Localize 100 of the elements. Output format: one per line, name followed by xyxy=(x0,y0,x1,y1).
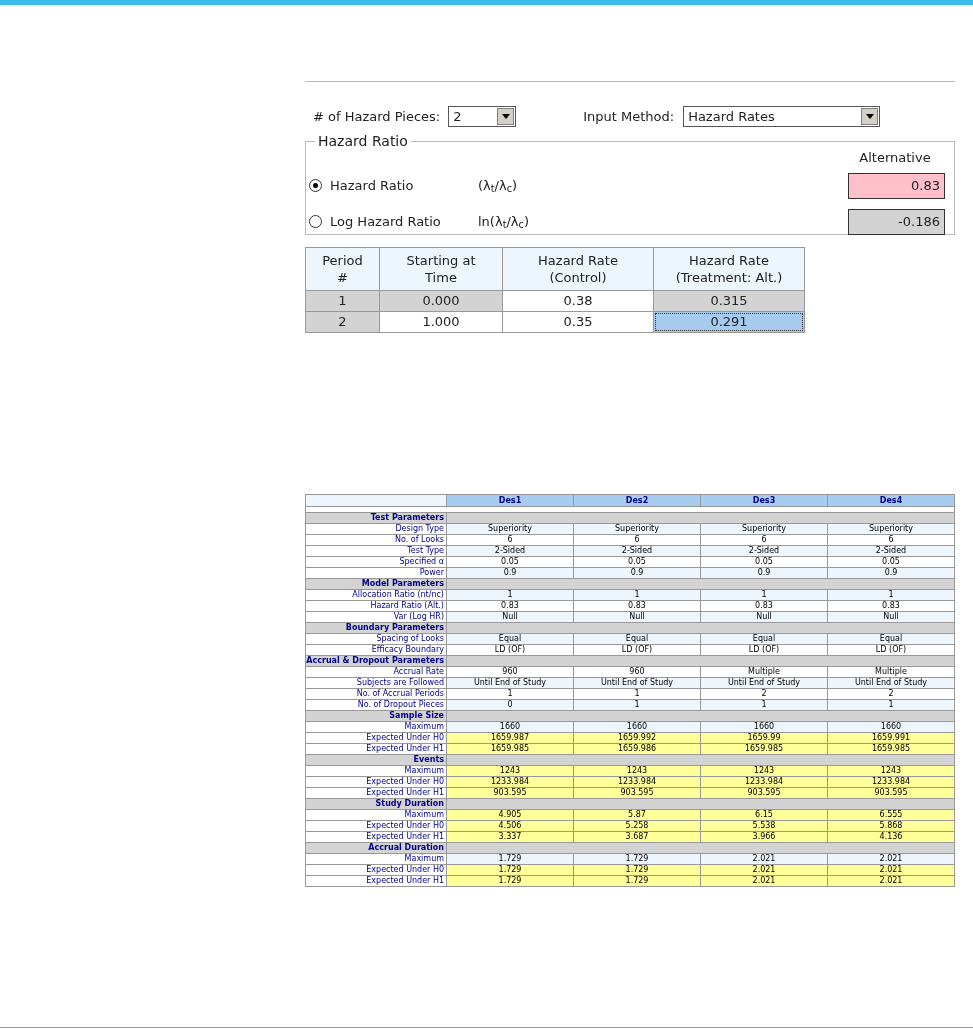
table-cell: 5.87 xyxy=(574,810,700,820)
table-cell: 3.687 xyxy=(574,832,700,842)
table-cell: 2.021 xyxy=(828,854,954,864)
table-cell: 960 xyxy=(447,667,573,677)
table-cell: 0.05 xyxy=(828,557,954,567)
table-cell: 1.729 xyxy=(447,865,573,875)
table-cell: 2 xyxy=(306,312,379,332)
table-cell: 1.729 xyxy=(574,865,700,875)
section-heading: Events xyxy=(306,755,446,765)
table-cell: 0.83 xyxy=(828,601,954,611)
column-header: Des1 xyxy=(447,495,573,506)
table-cell: 1.729 xyxy=(447,854,573,864)
row-label: No. of Accrual Periods xyxy=(306,689,446,699)
table-cell[interactable]: 1.000 xyxy=(380,312,502,332)
table-cell: 6 xyxy=(447,535,573,545)
table-cell: 1233.984 xyxy=(447,777,573,787)
section-heading: Test Parameters xyxy=(306,513,446,523)
table-cell: 4.136 xyxy=(828,832,954,842)
section-heading: Boundary Parameters xyxy=(306,623,446,633)
row-label: Accrual Rate xyxy=(306,667,446,677)
table-cell: 1243 xyxy=(574,766,700,776)
section-heading: Study Duration xyxy=(306,799,446,809)
table-cell: 6 xyxy=(701,535,827,545)
table-cell: 2-Sided xyxy=(574,546,700,556)
table-cell: 1659.99 xyxy=(701,733,827,743)
table-cell: Superiority xyxy=(701,524,827,534)
table-cell: 5.538 xyxy=(701,821,827,831)
row-label: Power xyxy=(306,568,446,578)
formula: ln(λ$_{t}$/λ$_{c}$) xyxy=(478,212,529,232)
row-label: Expected Under H0 xyxy=(306,865,446,875)
pieces-dropdown[interactable]: 2 xyxy=(448,106,517,127)
option-label[interactable]: Log Hazard Ratio xyxy=(330,211,478,232)
table-cell: 1 xyxy=(574,590,700,600)
pieces-label: # of Hazard Pieces: xyxy=(313,107,441,126)
section-heading: Accrual Duration xyxy=(306,843,446,853)
table-cell: 1.729 xyxy=(574,876,700,886)
row-label: Expected Under H0 xyxy=(306,777,446,787)
row-label: Design Type xyxy=(306,524,446,534)
table-cell: LD (OF) xyxy=(701,645,827,655)
table-cell[interactable]: 0.35 xyxy=(503,312,653,332)
option-label[interactable]: Hazard Ratio xyxy=(330,175,478,196)
table-cell: 2-Sided xyxy=(701,546,827,556)
row-label: Test Type xyxy=(306,546,446,556)
table-cell: 3.966 xyxy=(701,832,827,842)
table-cell: Until End of Study xyxy=(701,678,827,688)
table-cell: Equal xyxy=(447,634,573,644)
table-cell: 1659.985 xyxy=(447,744,573,754)
method-dropdown[interactable]: Hazard Rates xyxy=(683,106,881,127)
formula: (λ$_{t}$/λ$_{c}$) xyxy=(478,176,518,196)
table-cell: 1659.991 xyxy=(828,733,954,743)
row-label: Expected Under H1 xyxy=(306,832,446,842)
radio-button[interactable] xyxy=(309,179,322,192)
column-header: Hazard Rate (Treatment: Alt.) xyxy=(654,248,804,290)
table-cell: Until End of Study xyxy=(828,678,954,688)
column-header: Starting at Time xyxy=(380,248,502,290)
row-label: Maximum xyxy=(306,766,446,776)
table-cell: LD (OF) xyxy=(447,645,573,655)
table-cell: Superiority xyxy=(447,524,573,534)
table-cell: 0.9 xyxy=(701,568,827,578)
table-cell: 2.021 xyxy=(701,876,827,886)
table-cell: 1660 xyxy=(447,722,573,732)
table-cell: 903.595 xyxy=(447,788,573,798)
table-cell[interactable]: 0.38 xyxy=(503,291,653,311)
table-cell: 2-Sided xyxy=(828,546,954,556)
table-cell: 1.729 xyxy=(447,876,573,886)
table-cell: 903.595 xyxy=(701,788,827,798)
table-cell: 0.9 xyxy=(574,568,700,578)
table-cell: 1 xyxy=(574,700,700,710)
table-cell: Null xyxy=(701,612,827,622)
radio-button[interactable] xyxy=(309,215,322,228)
column-header: Period # xyxy=(306,248,379,290)
table-cell: 2 xyxy=(701,689,827,699)
table-cell: 0.05 xyxy=(574,557,700,567)
table-cell: Superiority xyxy=(828,524,954,534)
value-field: -0.186 xyxy=(848,208,945,235)
table-cell: 1 xyxy=(828,590,954,600)
row-label: Subjects are Followed xyxy=(306,678,446,688)
section-heading: Sample Size xyxy=(306,711,446,721)
table-cell: 6 xyxy=(828,535,954,545)
table-cell: 1659.992 xyxy=(574,733,700,743)
table-cell: Null xyxy=(447,612,573,622)
table-cell: 1659.985 xyxy=(828,744,954,754)
column-header: Des4 xyxy=(828,495,954,506)
alternative-heading: Alternative xyxy=(858,149,932,167)
value-field[interactable]: 0.83 xyxy=(848,172,945,199)
table-cell: 6.555 xyxy=(828,810,954,820)
table-cell: 0.291 xyxy=(654,312,804,332)
table-cell: 1233.984 xyxy=(701,777,827,787)
table-cell: 960 xyxy=(574,667,700,677)
table-cell: 1660 xyxy=(701,722,827,732)
table-cell: 1 xyxy=(828,700,954,710)
column-header: Hazard Rate (Control) xyxy=(503,248,653,290)
table-cell: 1660 xyxy=(574,722,700,732)
table-cell: 4.905 xyxy=(447,810,573,820)
table-cell: 1243 xyxy=(447,766,573,776)
table-cell: 0.83 xyxy=(574,601,700,611)
row-label: Specified α xyxy=(306,557,446,567)
method-label: Input Method: xyxy=(583,107,675,126)
table-cell: LD (OF) xyxy=(574,645,700,655)
table-cell: 1243 xyxy=(828,766,954,776)
